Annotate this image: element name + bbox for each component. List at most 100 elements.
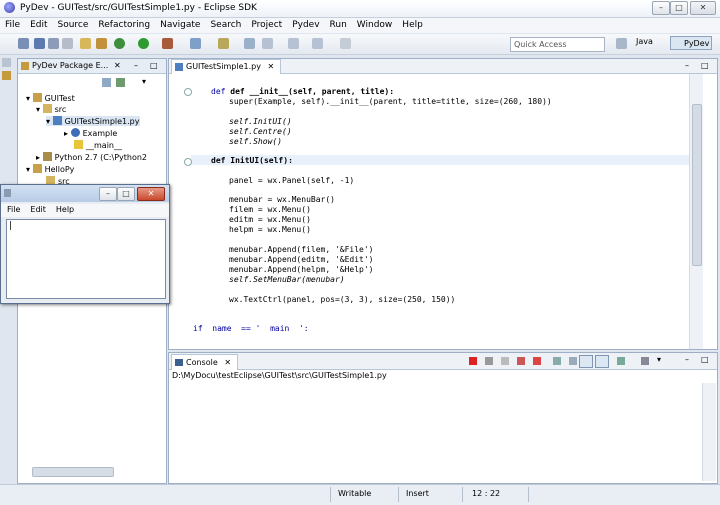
annotation-icon[interactable] xyxy=(218,38,229,49)
back-icon[interactable] xyxy=(244,38,255,49)
code-line[interactable]: panel = wx.Panel(self, -1) xyxy=(229,176,354,185)
code-line[interactable]: wx.TextCtrl(panel, pos=(3, 3), size=(250… xyxy=(229,295,455,304)
minimize-view-icon[interactable]: – xyxy=(685,355,689,364)
tree-item[interactable]: ▾ HelloPy xyxy=(26,164,74,174)
word-wrap-icon[interactable] xyxy=(569,357,577,365)
wx-window-title-bar[interactable]: – □ ✕ xyxy=(1,185,169,202)
pin-icon[interactable] xyxy=(340,38,351,49)
stop-icon[interactable] xyxy=(533,357,541,365)
open-type-icon[interactable] xyxy=(80,38,91,49)
remove-all-icon[interactable] xyxy=(501,357,509,365)
menu-search[interactable]: Search xyxy=(205,18,246,30)
tree-item[interactable]: ▾ src xyxy=(36,104,66,114)
external-tools-icon[interactable] xyxy=(162,38,173,49)
code-line[interactable]: editm = wx.Menu() xyxy=(229,215,311,224)
close-icon[interactable]: ✕ xyxy=(267,62,274,71)
code-line[interactable]: menubar.Append(filem, '&File') xyxy=(229,245,374,254)
vertical-scrollbar[interactable] xyxy=(702,383,716,481)
menu-help[interactable]: Help xyxy=(397,18,428,30)
terminate-icon[interactable] xyxy=(469,357,477,365)
maximize-view-icon[interactable]: □ xyxy=(701,355,709,364)
tree-item-selected[interactable]: ▾ GUITestSimple1.py xyxy=(46,116,140,126)
code-line[interactable]: menubar.Append(editm, '&Edit') xyxy=(229,255,374,264)
minimize-view-icon[interactable]: – xyxy=(134,59,138,73)
code-line[interactable]: super(Example, self).__init__(parent, ti… xyxy=(229,97,552,106)
maximize-view-icon[interactable]: □ xyxy=(701,61,709,70)
display-console-icon[interactable] xyxy=(641,357,649,365)
menu-project[interactable]: Project xyxy=(246,18,287,30)
menu-navigate[interactable]: Navigate xyxy=(155,18,205,30)
maximize-button[interactable]: □ xyxy=(117,187,135,201)
perspective-java[interactable]: Java xyxy=(636,37,653,46)
new-package-icon[interactable] xyxy=(96,38,107,49)
search-icon[interactable] xyxy=(190,38,201,49)
menu-file[interactable]: File xyxy=(0,18,25,30)
wx-text-control[interactable]: | xyxy=(6,219,166,299)
menu-pydev[interactable]: Pydev xyxy=(287,18,324,30)
code-line[interactable]: def InitUI(self): xyxy=(211,156,293,165)
menu-window[interactable]: Window xyxy=(352,18,398,30)
restore-icon[interactable] xyxy=(2,58,11,67)
code-line[interactable]: helpm = wx.Menu() xyxy=(229,225,311,234)
vertical-scrollbar[interactable] xyxy=(689,74,703,349)
open-perspective-icon[interactable] xyxy=(616,38,627,49)
remove-launch-icon[interactable] xyxy=(485,357,493,365)
save-all-icon[interactable] xyxy=(48,38,59,49)
package-icon[interactable] xyxy=(2,71,11,80)
tree-item[interactable]: __main__ xyxy=(74,140,122,150)
quick-access-input[interactable]: Quick Access xyxy=(510,37,605,52)
tree-item[interactable]: ▾ GUITest xyxy=(26,93,75,103)
horizontal-scrollbar[interactable] xyxy=(32,467,114,477)
close-icon[interactable]: ✕ xyxy=(224,358,231,367)
wx-menu-file[interactable]: File xyxy=(1,204,24,214)
minimize-view-icon[interactable]: – xyxy=(685,61,689,70)
open-console-icon[interactable] xyxy=(617,357,625,365)
save-icon[interactable] xyxy=(34,38,45,49)
pin-console-icon[interactable] xyxy=(579,355,593,368)
forward-icon[interactable] xyxy=(288,38,299,49)
code-line[interactable]: filem = wx.Menu() xyxy=(229,205,311,214)
maximize-view-icon[interactable]: □ xyxy=(150,59,158,73)
perspective-pydev[interactable]: PyDev xyxy=(670,36,712,50)
fold-icon[interactable] xyxy=(184,158,192,166)
menu-edit[interactable]: Edit xyxy=(25,18,52,30)
code-line[interactable]: self.SetMenuBar(menubar) xyxy=(229,275,345,284)
fold-icon[interactable] xyxy=(184,88,192,96)
minimize-button[interactable]: – xyxy=(652,1,670,15)
view-menu-icon[interactable]: ▾ xyxy=(142,77,146,86)
console-tab[interactable]: Console ✕ xyxy=(171,354,239,370)
collapse-all-icon[interactable] xyxy=(102,78,111,87)
scrollbar-thumb[interactable] xyxy=(692,104,702,266)
next-edit-icon[interactable] xyxy=(312,38,323,49)
menu-source[interactable]: Source xyxy=(53,18,94,30)
code-line[interactable]: if name == ' main ': xyxy=(193,324,309,333)
print-icon[interactable] xyxy=(62,38,73,49)
new-icon[interactable] xyxy=(18,38,29,49)
chevron-down-icon[interactable]: ▾ xyxy=(657,355,661,364)
code-line[interactable]: menubar = wx.MenuBar() xyxy=(229,195,335,204)
close-button[interactable]: ✕ xyxy=(690,1,716,15)
tree-item[interactable]: ▸ Example xyxy=(64,128,117,138)
code-line[interactable]: def def __init__(self, parent, title): xyxy=(211,87,394,96)
debug-icon[interactable] xyxy=(114,38,125,49)
scroll-lock-icon[interactable] xyxy=(553,357,561,365)
close-icon[interactable]: ✕ xyxy=(114,59,121,73)
package-explorer-tab[interactable]: PyDev Package E... ✕ – □ xyxy=(18,59,166,74)
clear-icon[interactable] xyxy=(517,357,525,365)
editor-tab[interactable]: GUITestSimple1.py ✕ xyxy=(171,59,282,74)
code-line[interactable]: menubar.Append(helpm, '&Help') xyxy=(229,265,374,274)
prev-edit-icon[interactable] xyxy=(262,38,273,49)
menu-refactoring[interactable]: Refactoring xyxy=(93,18,155,30)
wx-menu-help[interactable]: Help xyxy=(50,204,78,214)
code-line[interactable]: self.Show() xyxy=(229,137,282,146)
show-console-icon[interactable] xyxy=(595,355,609,368)
close-button[interactable]: ✕ xyxy=(137,187,165,201)
code-line[interactable]: self.Centre() xyxy=(229,127,292,136)
run-icon[interactable] xyxy=(138,38,149,49)
minimize-button[interactable]: – xyxy=(99,187,117,201)
code-line[interactable]: self.InitUI() xyxy=(229,117,292,126)
tree-item[interactable]: ▸ Python 2.7 (C:\Python2 xyxy=(36,152,147,162)
maximize-button[interactable]: □ xyxy=(670,1,688,15)
link-editor-icon[interactable] xyxy=(116,78,125,87)
wx-menu-edit[interactable]: Edit xyxy=(24,204,50,214)
